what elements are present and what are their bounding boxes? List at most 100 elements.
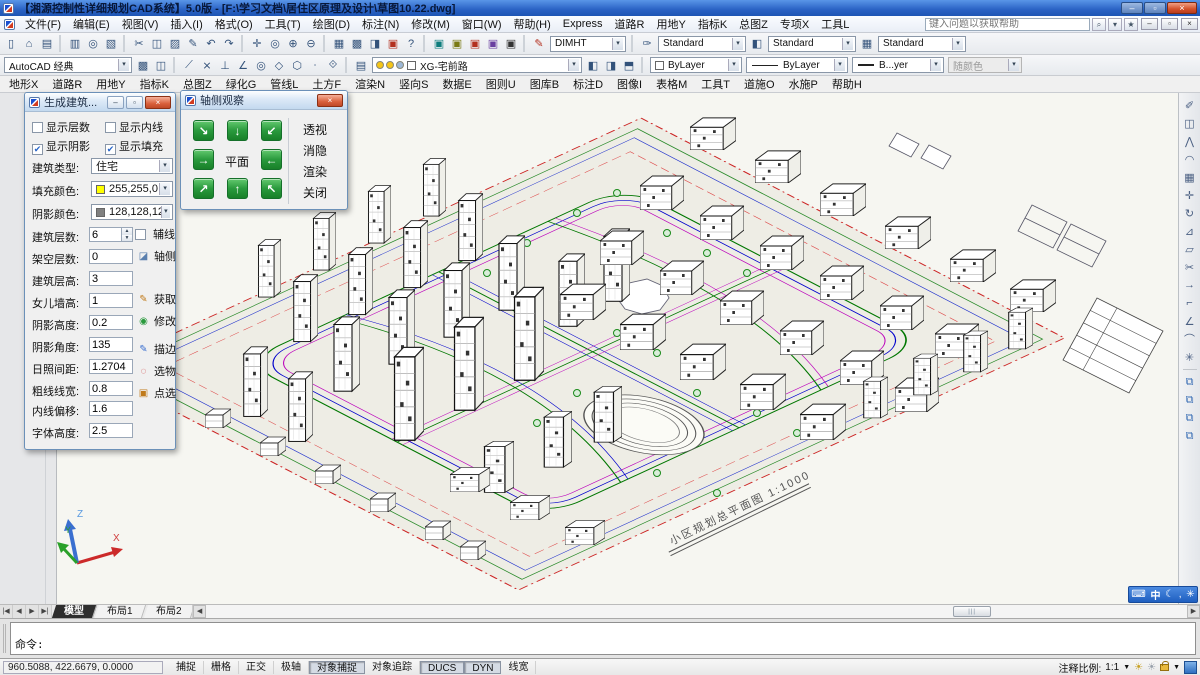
stilt-input[interactable] <box>89 249 133 264</box>
layer-combo[interactable]: XG-宅前路▾ <box>372 57 582 73</box>
shadow-color-combo[interactable]: 128,128,128▾ <box>91 204 173 220</box>
snap-polygon-icon[interactable]: ⬡ <box>288 57 306 74</box>
undo-icon[interactable]: ↶ <box>202 35 220 52</box>
favorites-star-icon[interactable]: ★ <box>1124 18 1138 31</box>
bring-to-front-icon[interactable]: ⧉ <box>1181 373 1199 391</box>
linetype-combo[interactable]: ByLayer▾ <box>746 57 848 73</box>
menu-siteplan[interactable]: 总图Z <box>733 15 774 33</box>
horizontal-scrollbar[interactable]: ◀ ||| ▶ <box>192 605 1200 618</box>
check-show-floors[interactable]: 显示层数 <box>32 119 90 135</box>
scale-icon[interactable]: ⊿ <box>1181 222 1199 240</box>
stretch-icon[interactable]: ▱ <box>1181 240 1199 258</box>
status-menu-caret-icon[interactable]: ▼ <box>1173 664 1180 671</box>
pmenu-library[interactable]: 图库B <box>523 75 566 93</box>
plugin-icon-2[interactable]: ▣ <box>448 35 466 52</box>
tab-next-button[interactable]: ▶ <box>26 605 39 618</box>
ime-halfwidth-moon-icon[interactable]: ☾ <box>1165 589 1174 600</box>
field-input-9[interactable] <box>89 423 133 438</box>
annotation-scale-caret-icon[interactable]: ▼ <box>1123 664 1130 671</box>
copy-clip-icon[interactable]: ◫ <box>148 35 166 52</box>
dim-style-combo[interactable]: Standard▾ <box>768 36 856 52</box>
erase-icon[interactable]: ✐ <box>1181 96 1199 114</box>
command-window[interactable]: 命令: <box>0 618 1200 658</box>
point-select-button[interactable]: ▣点选 <box>137 385 176 401</box>
layer-manager-icon[interactable]: ▤ <box>352 57 370 74</box>
send-under-icon[interactable]: ⧉ <box>1181 427 1199 445</box>
layer-isolate-icon[interactable]: ⬒ <box>620 57 638 74</box>
pmenu-regplan[interactable]: 图则U <box>479 75 523 93</box>
hide-button[interactable]: 消隐 <box>297 140 333 161</box>
snap-nearest-icon[interactable]: ⟐ <box>324 57 342 74</box>
snap-diamond-icon[interactable]: ◇ <box>270 57 288 74</box>
axon-view-titlebar[interactable]: 轴侧观察 × <box>181 91 347 110</box>
zoom-previous-icon[interactable]: ⊖ <box>302 35 320 52</box>
shadow-angle-input[interactable] <box>89 337 133 352</box>
fill-color-combo[interactable]: 255,255,0▾ <box>91 181 173 197</box>
redo-icon[interactable]: ↷ <box>220 35 238 52</box>
pan-icon[interactable]: ✛ <box>248 35 266 52</box>
plugin-icon-3[interactable]: ▣ <box>466 35 484 52</box>
view-e-button[interactable]: → <box>193 149 214 170</box>
view-s-button[interactable]: ↓ <box>227 120 248 141</box>
pmenu-image[interactable]: 图像I <box>610 75 649 93</box>
designcenter-icon[interactable]: ▩ <box>348 35 366 52</box>
outline-button[interactable]: ✎描边 <box>137 341 176 357</box>
toggle-otrack[interactable]: 对象追踪 <box>365 661 420 674</box>
annotation-autoscale-icon[interactable]: ☀ <box>1147 662 1156 673</box>
view-sw-button[interactable]: ↙ <box>261 120 282 141</box>
floors-input[interactable] <box>89 227 122 242</box>
move-icon[interactable]: ✛ <box>1181 186 1199 204</box>
zoom-realtime-icon[interactable]: ◎ <box>266 35 284 52</box>
view-nw-button[interactable]: ↖ <box>261 178 282 199</box>
extend-icon[interactable]: → <box>1181 276 1199 294</box>
toggle-grid[interactable]: 栅格 <box>204 661 239 674</box>
menu-landuse[interactable]: 用地Y <box>650 15 691 33</box>
copy-icon[interactable]: ◫ <box>1181 114 1199 132</box>
zoom-window-icon[interactable]: ⊕ <box>284 35 302 52</box>
pmenu-tools[interactable]: 工具T <box>694 75 737 93</box>
plan-view-label[interactable]: 平面 <box>225 153 249 170</box>
text-style-combo[interactable]: Standard▾ <box>658 36 746 52</box>
tab-first-button[interactable]: |◀ <box>0 605 13 618</box>
menu-dimension[interactable]: 标注(N) <box>356 15 405 33</box>
menu-tools[interactable]: 工具(T) <box>259 15 307 33</box>
check-show-shadow[interactable]: ✔显示阴影 <box>32 138 90 155</box>
markup-icon[interactable]: ▣ <box>384 35 402 52</box>
pmenu-data[interactable]: 数据E <box>435 75 478 93</box>
rotate-icon[interactable]: ↻ <box>1181 204 1199 222</box>
sunlight-input[interactable] <box>89 359 133 374</box>
ime-keyboard-icon[interactable]: ⌨ <box>1131 589 1145 600</box>
menu-road[interactable]: 道路R <box>609 15 651 33</box>
dialog-close-button[interactable]: × <box>145 96 171 109</box>
menu-edit[interactable]: 编辑(E) <box>67 15 116 33</box>
send-to-back-icon[interactable]: ⧉ <box>1181 391 1199 409</box>
toggle-polar[interactable]: 极轴 <box>274 661 309 674</box>
search-icon[interactable]: ⌕ <box>1092 18 1106 31</box>
menu-insert[interactable]: 插入(I) <box>164 15 208 33</box>
field-input-8[interactable] <box>89 401 133 416</box>
preview-icon[interactable]: ◎ <box>84 35 102 52</box>
perspective-button[interactable]: 透视 <box>297 119 333 140</box>
close-button[interactable]: × <box>1167 2 1197 14</box>
floors-spinner[interactable]: ▲▼ <box>122 227 133 242</box>
layer-prev-icon[interactable]: ◧ <box>584 57 602 74</box>
explode-icon[interactable]: ✳ <box>1181 348 1199 366</box>
modify-button[interactable]: ◉修改 <box>137 313 176 329</box>
pick-button[interactable]: ✎获取 <box>137 291 176 307</box>
toggle-lineweight[interactable]: 线宽 <box>501 661 536 674</box>
table-style-combo[interactable]: Standard▾ <box>878 36 966 52</box>
annotation-visibility-icon[interactable]: ☀ <box>1134 662 1143 673</box>
check-show-fill[interactable]: ✔显示填充 <box>105 138 163 155</box>
save-icon[interactable]: ▤ <box>38 35 56 52</box>
layer-match-icon[interactable]: ◨ <box>602 57 620 74</box>
lineweight-combo[interactable]: B...yer▾ <box>852 57 944 73</box>
search-dropdown-icon[interactable]: ▾ <box>1108 18 1122 31</box>
snap-circle-icon[interactable]: ◎ <box>252 57 270 74</box>
toggle-ducs[interactable]: DUCS <box>420 661 464 674</box>
lock-icon[interactable] <box>1160 664 1169 671</box>
snap-intersect-icon[interactable]: ⨯ <box>198 57 216 74</box>
pmenu-help[interactable]: 帮助H <box>825 75 869 93</box>
tab-last-button[interactable]: ▶| <box>39 605 52 618</box>
help-search-input[interactable] <box>925 18 1090 31</box>
command-history[interactable]: 命令: <box>10 622 1196 655</box>
